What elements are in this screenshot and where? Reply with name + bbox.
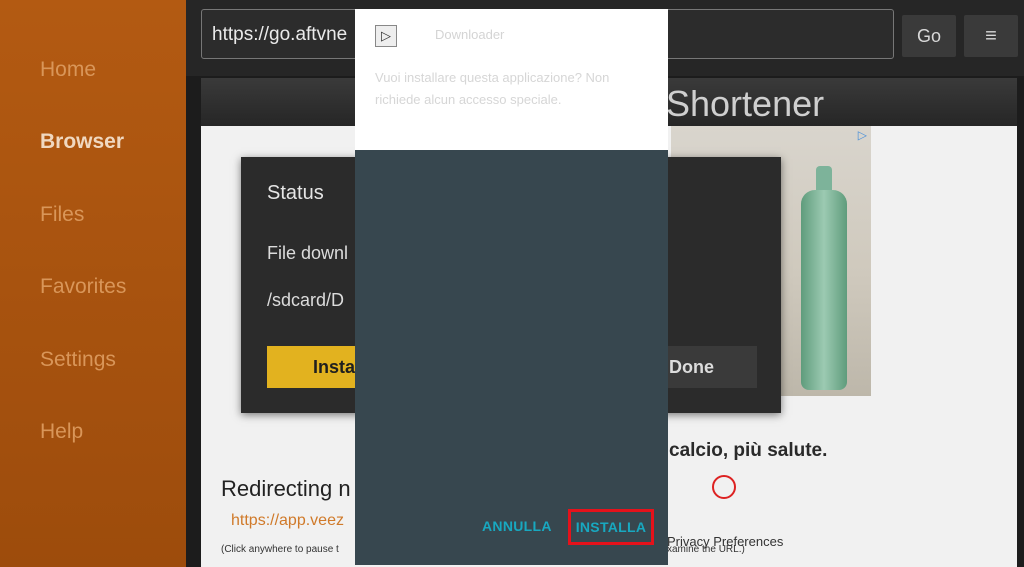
status-message: File downl	[267, 243, 349, 263]
ad-tagline: calcio, più salute.	[669, 440, 828, 461]
click-note: (Click anywhere to pause t	[221, 544, 339, 555]
page-title: Shortener	[666, 83, 825, 124]
examine-note: xamine the URL.)	[667, 544, 745, 555]
done-button[interactable]: Done	[657, 346, 757, 388]
status-title: Status	[267, 182, 324, 204]
installer-header: ▷ Downloader Vuoi installare questa appl…	[355, 9, 668, 150]
ad-choices-icon[interactable]: ▷	[858, 128, 867, 142]
sidebar: Home Browser Files Favorites Settings He…	[0, 0, 186, 567]
cancel-button[interactable]: ANNULLA	[482, 518, 552, 534]
redirect-link[interactable]: https://app.veez	[231, 512, 344, 530]
sidebar-item-browser[interactable]: Browser	[40, 130, 124, 154]
menu-icon[interactable]: ≡	[964, 15, 1018, 57]
sidebar-item-home[interactable]: Home	[40, 58, 96, 82]
sidebar-item-files[interactable]: Files	[40, 203, 84, 227]
sidebar-item-settings[interactable]: Settings	[40, 348, 116, 372]
sidebar-item-favorites[interactable]: Favorites	[40, 275, 126, 299]
play-icon: ▷	[375, 25, 397, 47]
redirecting-text: Redirecting n	[221, 476, 351, 501]
confirm-install-button[interactable]: INSTALLA	[568, 509, 654, 545]
status-file-path: /sdcard/D	[267, 290, 345, 310]
bottle-shape	[801, 190, 847, 390]
install-prompt-text: Vuoi installare questa applicazione? Non…	[375, 70, 610, 107]
app-name: Downloader	[435, 27, 505, 42]
go-button[interactable]: Go	[902, 15, 956, 57]
sidebar-item-help[interactable]: Help	[40, 420, 83, 444]
loading-spinner-icon	[712, 475, 736, 499]
package-installer-dialog: ▷ Downloader Vuoi installare questa appl…	[355, 9, 668, 565]
